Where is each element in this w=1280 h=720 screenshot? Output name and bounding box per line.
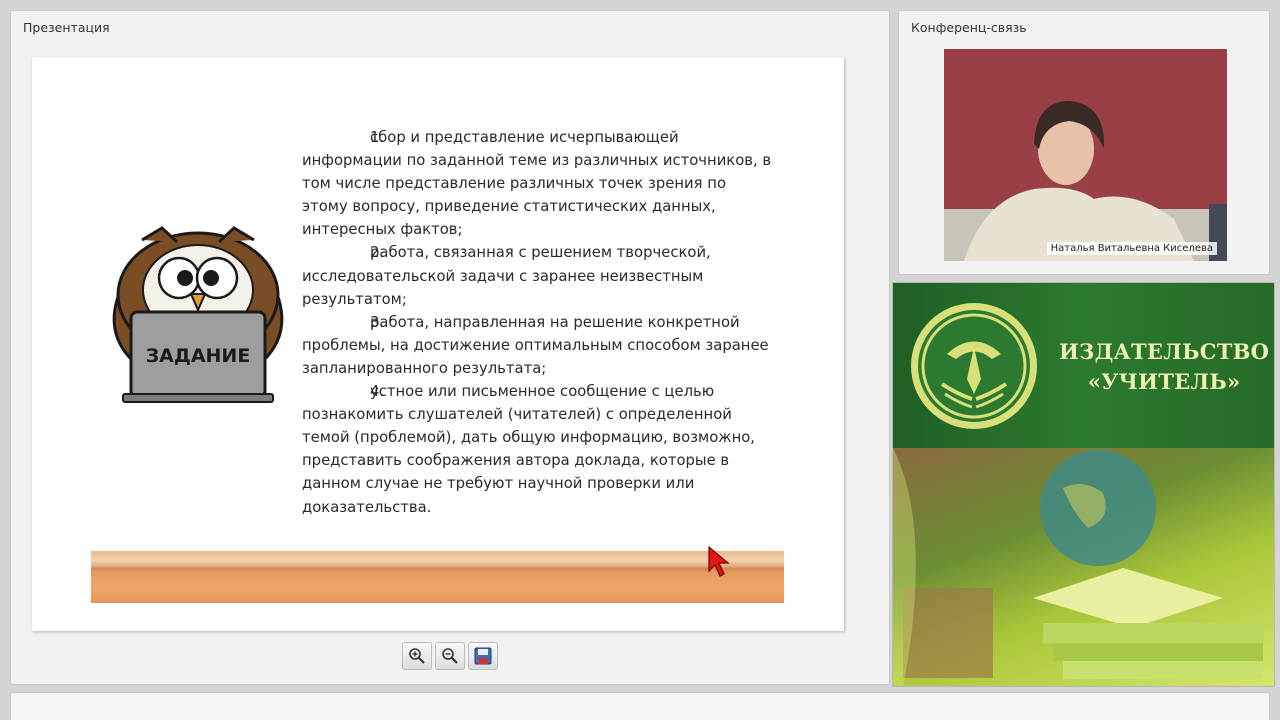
save-button[interactable]: [468, 642, 498, 670]
list-item: 4.устное или письменное сообщение с цель…: [302, 383, 756, 516]
zoom-out-button[interactable]: [435, 642, 465, 670]
owl-label: ЗАДАНИЕ: [146, 345, 251, 367]
presentation-panel-title: Презентация: [23, 20, 110, 35]
publisher-ad-banner[interactable]: ИЗДАТЕЛЬСТВО «УЧИТЕЛЬ»: [892, 282, 1275, 687]
zoom-in-icon: [409, 648, 425, 664]
video-feed: Наталья Витальевна Киселева: [944, 49, 1227, 261]
ad-banner-header: ИЗДАТЕЛЬСТВО «УЧИТЕЛЬ»: [893, 283, 1274, 448]
slide-toolbar: [402, 642, 498, 670]
participant-video-image: [944, 49, 1227, 261]
books-globe-image: [893, 448, 1263, 686]
presentation-panel: Презентация ЗАДАНИЕ 1.сбор и представлен…: [10, 10, 890, 685]
owl-illustration: ЗАДАНИЕ: [112, 226, 284, 403]
publisher-name: ИЗДАТЕЛЬСТВО «УЧИТЕЛЬ»: [1059, 339, 1270, 394]
list-item: 3.работа, направленная на решение конкре…: [302, 313, 769, 377]
participant-name-label: Наталья Витальевна Киселева: [1046, 242, 1217, 255]
slide-text: 1.сбор и представление исчерпывающей инф…: [302, 126, 772, 519]
conference-panel: Конференц-связь Наталья Витальевна Кисел…: [898, 10, 1270, 275]
wooden-board-decoration: [91, 551, 784, 603]
list-item: 2.работа, связанная с решением творческо…: [302, 244, 711, 308]
bottom-panel: [10, 692, 1270, 720]
publisher-logo-icon: [911, 303, 1037, 429]
list-item: 1.сбор и представление исчерпывающей инф…: [302, 129, 772, 239]
conference-panel-title: Конференц-связь: [911, 20, 1027, 35]
ad-banner-image: [893, 448, 1274, 686]
mouse-cursor-icon: [708, 545, 730, 577]
save-icon: [474, 647, 492, 665]
zoom-in-button[interactable]: [402, 642, 432, 670]
presentation-slide: ЗАДАНИЕ 1.сбор и представление исчерпыва…: [32, 57, 844, 631]
zoom-out-icon: [442, 648, 458, 664]
